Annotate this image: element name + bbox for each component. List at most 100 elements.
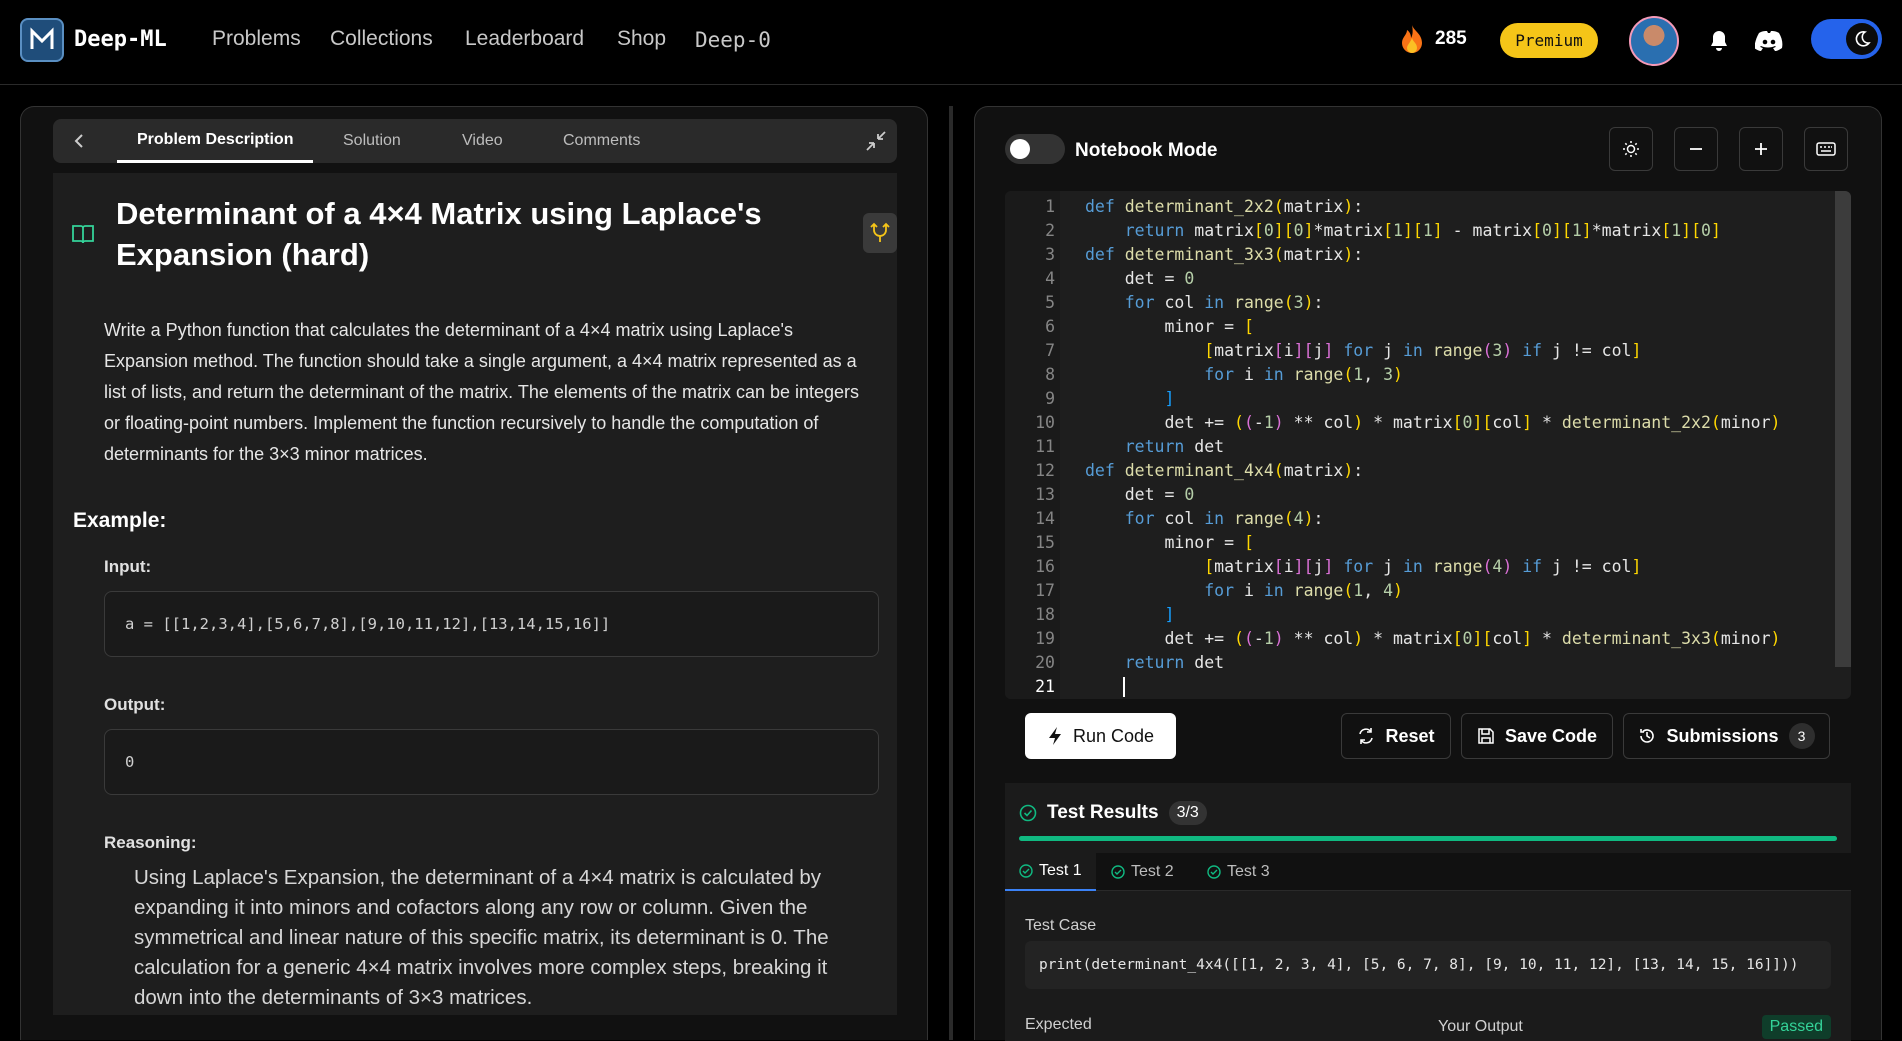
code-editor[interactable]: 1 def determinant_2x2(matrix): 2 return ma… (1005, 191, 1851, 699)
code-line[interactable]: 11 return det (1005, 435, 1851, 459)
code-text: [matrix[i][j] for j in range(4) if j != … (1204, 557, 1642, 576)
code-text: for col in range(4): (1124, 509, 1324, 528)
code-text: det = 0 (1085, 269, 1195, 288)
nav-problems[interactable]: Problems (212, 27, 301, 51)
line-number: 6 (1045, 317, 1055, 336)
submissions-button[interactable]: Submissions 3 (1623, 713, 1830, 759)
fire-icon (1402, 25, 1422, 53)
code-line[interactable]: 14 for col in range(4): (1005, 507, 1851, 531)
nav-collections[interactable]: Collections (330, 27, 433, 51)
line-number: 4 (1045, 269, 1055, 288)
code-line[interactable]: 1 def determinant_2x2(matrix): (1005, 195, 1851, 219)
history-icon (1640, 729, 1655, 743)
deep-ml-logo[interactable] (20, 18, 64, 62)
premium-badge[interactable]: Premium (1500, 23, 1598, 58)
refresh-icon (1359, 728, 1374, 744)
code-text: [matrix[i][j] for j in range(3) if j != … (1204, 341, 1642, 360)
line-number: 19 (1035, 629, 1055, 648)
code-line[interactable]: 16 [matrix[i][j] for j in range(4) if j … (1005, 555, 1851, 579)
code-text: ] (1164, 605, 1175, 624)
theme-toggle[interactable] (1811, 19, 1882, 59)
tab-test-3[interactable]: Test 3 (1207, 853, 1270, 891)
code-line[interactable]: 19 det += ((-1) ** col) * matrix[0][col]… (1005, 627, 1851, 651)
run-code-button[interactable]: Run Code (1025, 713, 1176, 759)
test-progress-bar (1019, 836, 1837, 841)
code-line[interactable]: 10 det += ((-1) ** col) * matrix[0][col]… (1005, 411, 1851, 435)
streak-counter: 285 (1399, 24, 1467, 54)
line-number: 14 (1035, 509, 1055, 528)
problem-content: Determinant of a 4×4 Matrix using Laplac… (53, 173, 897, 1015)
code-line[interactable]: 6 minor = [ (1005, 315, 1851, 339)
code-text: det = 0 (1085, 485, 1195, 504)
submissions-count: 3 (1788, 723, 1815, 749)
code-text: det += ((-1) ** col) * matrix[0][col] * … (1085, 413, 1781, 432)
reset-button[interactable]: Reset (1341, 713, 1451, 759)
code-line[interactable]: 20 return det (1005, 651, 1851, 675)
collapse-icon[interactable] (865, 119, 887, 163)
notebook-mode-label: Notebook Mode (1075, 140, 1218, 161)
code-text: minor = [ (1085, 317, 1254, 336)
code-line[interactable]: 2 return matrix[0][0]*matrix[1][1] - mat… (1005, 219, 1851, 243)
line-number: 12 (1035, 461, 1055, 480)
test-case-label: Test Case (1025, 917, 1097, 934)
zoom-in-icon[interactable] (1739, 127, 1783, 171)
tab-video[interactable]: Video (462, 119, 503, 163)
code-text: def determinant_2x2(matrix): (1085, 197, 1364, 216)
nav-deep-0[interactable]: Deep-0 (695, 28, 771, 52)
code-text: for i in range(1, 3) (1204, 365, 1403, 384)
discord-icon[interactable] (1752, 26, 1786, 56)
example-input: a = [[1,2,3,4],[5,6,7,8],[9,10,11,12],[1… (104, 591, 879, 657)
check-circle-icon (1019, 804, 1037, 822)
bolt-icon (1048, 727, 1061, 745)
tab-problem-description[interactable]: Problem Description (117, 119, 314, 163)
nav-leaderboard[interactable]: Leaderboard (465, 27, 584, 51)
brand-name[interactable]: Deep-ML (74, 27, 167, 52)
line-number: 3 (1045, 245, 1055, 264)
back-chevron-icon[interactable] (67, 119, 91, 163)
code-line[interactable]: 8 for i in range(1, 3) (1005, 363, 1851, 387)
line-number: 17 (1035, 581, 1055, 600)
code-line[interactable]: 9 ] (1005, 387, 1851, 411)
code-line[interactable]: 18 ] (1005, 603, 1851, 627)
problem-description: Write a Python function that calculates … (104, 320, 860, 464)
split-icon[interactable] (863, 213, 897, 253)
tab-comments[interactable]: Comments (563, 119, 640, 163)
check-circle-icon (1111, 865, 1125, 879)
keyboard-icon[interactable] (1804, 127, 1848, 171)
code-line[interactable]: 21 (1005, 675, 1851, 699)
code-line[interactable]: 7 [matrix[i][j] for j in range(3) if j !… (1005, 339, 1851, 363)
zoom-out-icon[interactable] (1674, 127, 1718, 171)
nav-shop[interactable]: Shop (617, 27, 666, 51)
top-navbar: Deep-ML Problems Collections Leaderboard… (0, 0, 1902, 85)
bell-icon[interactable] (1705, 27, 1733, 55)
output-label: Output: (104, 695, 166, 714)
tab-solution[interactable]: Solution (343, 119, 401, 163)
code-text: det += ((-1) ** col) * matrix[0][col] * … (1085, 629, 1781, 648)
test-tabs: Test 1 Test 2 Test 3 (1005, 853, 1851, 891)
panel-resizer[interactable] (949, 106, 953, 1040)
sun-icon[interactable] (1609, 127, 1653, 171)
notebook-mode-toggle[interactable] (1005, 134, 1065, 164)
code-line[interactable]: 13 det = 0 (1005, 483, 1851, 507)
save-code-button[interactable]: Save Code (1461, 713, 1613, 759)
code-line[interactable]: 12 def determinant_4x4(matrix): (1005, 459, 1851, 483)
code-line[interactable]: 17 for i in range(1, 4) (1005, 579, 1851, 603)
code-line[interactable]: 15 minor = [ (1005, 531, 1851, 555)
input-label: Input: (104, 557, 152, 576)
line-number: 15 (1035, 533, 1055, 552)
code-line[interactable]: 3 def determinant_3x3(matrix): (1005, 243, 1851, 267)
example-output: 0 (104, 729, 879, 795)
line-number: 16 (1035, 557, 1055, 576)
moon-icon (1846, 23, 1878, 55)
line-number: 21 (1035, 677, 1055, 696)
save-icon (1478, 728, 1494, 744)
code-line[interactable]: 4 det = 0 (1005, 267, 1851, 291)
tab-test-1[interactable]: Test 1 (1005, 853, 1096, 891)
tab-test-2[interactable]: Test 2 (1111, 853, 1174, 891)
code-line[interactable]: 5 for col in range(3): (1005, 291, 1851, 315)
line-number: 13 (1035, 485, 1055, 504)
code-text: for i in range(1, 4) (1204, 581, 1403, 600)
book-icon (71, 223, 95, 250)
problem-title: Determinant of a 4×4 Matrix using Laplac… (116, 196, 762, 272)
user-avatar[interactable] (1629, 16, 1679, 66)
